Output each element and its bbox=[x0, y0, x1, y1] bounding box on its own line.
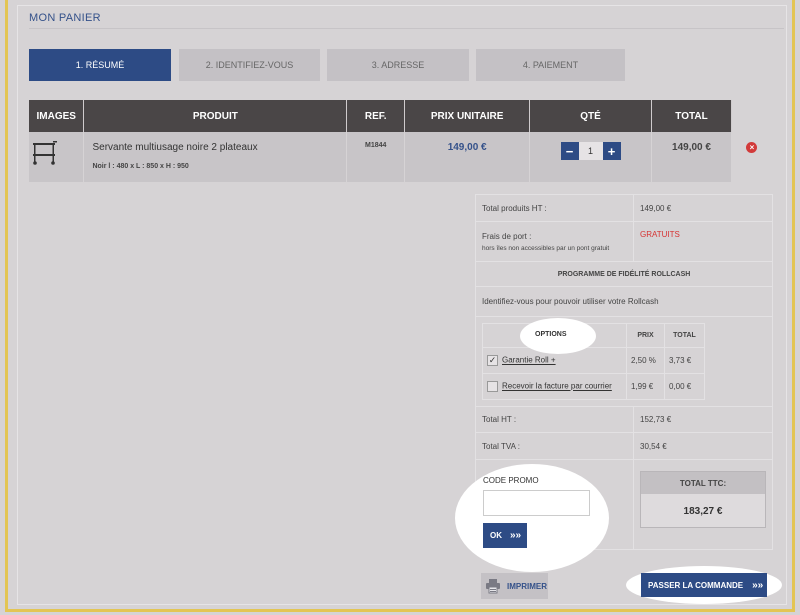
print-button[interactable]: IMPRIMER bbox=[481, 573, 548, 599]
summary-row: Identifiez-vous pour pouvoir utiliser vo… bbox=[475, 286, 773, 317]
shipping-note: hors îles non accessibles par un pont gr… bbox=[482, 244, 610, 252]
remove-item-icon[interactable]: × bbox=[746, 142, 758, 153]
shipping-cell: Frais de port : hors îles non accessible… bbox=[475, 221, 634, 262]
products-ht-label: Total produits HT : bbox=[475, 194, 634, 222]
total-tva-label: Total TVA : bbox=[475, 432, 634, 460]
line-total: 149,00 € bbox=[672, 142, 711, 153]
double-chevron-icon: »» bbox=[752, 579, 764, 591]
option-link-invoice[interactable]: Recevoir la facture par courrier bbox=[502, 382, 612, 391]
options-cell: OPTIONS PRIX TOTAL ✓ Garantie Roll + 2,50… bbox=[475, 316, 773, 407]
options-col-total: TOTAL bbox=[664, 323, 705, 348]
col-total: TOTAL bbox=[651, 100, 732, 132]
cart-table: IMAGES PRODUIT REF. PRIX UNITAIRE QTÉ TO… bbox=[29, 100, 774, 182]
promo-label: CODE PROMO bbox=[483, 476, 539, 485]
col-remove bbox=[731, 100, 773, 132]
unit-price-cell: 149,00 € bbox=[404, 132, 531, 182]
checkout-label: PASSER LA COMMANDE bbox=[648, 580, 744, 590]
shipping-cell-value: GRATUITS bbox=[633, 221, 773, 262]
product-ref: M1844 bbox=[365, 142, 387, 149]
step-identify[interactable]: 2. IDENTIFIEZ-VOUS bbox=[179, 49, 320, 81]
option-link-roll[interactable]: Garantie Roll + bbox=[502, 356, 556, 365]
decrease-qty-button[interactable]: − bbox=[560, 142, 579, 160]
product-dimensions: Noir l : 480 x L : 850 x H : 950 bbox=[92, 163, 189, 170]
option-label-cell: Recevoir la facture par courrier bbox=[482, 373, 627, 400]
remove-cell: × bbox=[731, 132, 774, 182]
loyalty-title: PROGRAMME DE FIDÉLITÉ ROLLCASH bbox=[475, 261, 773, 287]
qty-cell: − 1 + bbox=[529, 132, 653, 182]
title-divider bbox=[29, 28, 784, 29]
option-total: 3,73 € bbox=[664, 347, 705, 374]
cart-header-row: IMAGES PRODUIT REF. PRIX UNITAIRE QTÉ TO… bbox=[29, 100, 773, 132]
col-images: IMAGES bbox=[29, 100, 85, 132]
ok-label: OK bbox=[490, 531, 502, 540]
options-col-price: PRIX bbox=[626, 323, 665, 348]
col-ref: REF. bbox=[346, 100, 406, 132]
col-unit-price: PRIX UNITAIRE bbox=[404, 100, 531, 132]
total-ht-value: 152,73 € bbox=[633, 406, 773, 433]
product-name[interactable]: Servante multiusage noire 2 plateaux bbox=[84, 142, 346, 153]
col-qty: QTÉ bbox=[529, 100, 653, 132]
total-cell: 149,00 € bbox=[651, 132, 732, 182]
summary-row: Frais de port : hors îles non accessible… bbox=[475, 221, 773, 262]
ref-cell: M1844 bbox=[346, 132, 406, 182]
summary-row: OPTIONS PRIX TOTAL ✓ Garantie Roll + 2,50… bbox=[475, 316, 773, 407]
shipping-label: Frais de port : bbox=[482, 231, 532, 241]
summary-row: Total HT : 152,73 € bbox=[475, 406, 773, 433]
printer-icon bbox=[486, 579, 500, 594]
summary-row: Total TVA : 30,54 € bbox=[475, 432, 773, 460]
product-image-cell bbox=[29, 132, 85, 182]
promo-code-input[interactable] bbox=[483, 490, 590, 516]
col-product: PRODUIT bbox=[83, 100, 348, 132]
summary-row: Total produits HT : 149,00 € bbox=[475, 194, 773, 222]
total-ttc-value: 183,27 € bbox=[683, 505, 723, 517]
quantity-value[interactable]: 1 bbox=[578, 142, 603, 160]
total-ht-label: Total HT : bbox=[475, 406, 634, 433]
option-row: Recevoir la facture par courrier 1,99 € … bbox=[482, 373, 705, 400]
summary-row: PROGRAMME DE FIDÉLITÉ ROLLCASH bbox=[475, 261, 773, 287]
product-cell: Servante multiusage noire 2 plateaux Noi… bbox=[83, 132, 348, 182]
print-label: IMPRIMER bbox=[507, 581, 547, 591]
total-ttc-label: TOTAL TTC: bbox=[641, 472, 765, 494]
table-row: Servante multiusage noire 2 plateaux Noi… bbox=[29, 132, 774, 182]
quantity-stepper: − 1 + bbox=[530, 142, 651, 160]
step-address[interactable]: 3. ADRESSE bbox=[327, 49, 469, 81]
shipping-value: GRATUITS bbox=[640, 230, 680, 239]
trolley-image[interactable] bbox=[29, 140, 59, 166]
unit-price: 149,00 € bbox=[447, 142, 487, 153]
option-price: 2,50 % bbox=[626, 347, 665, 374]
double-chevron-icon: »» bbox=[510, 530, 522, 541]
option-row: ✓ Garantie Roll + 2,50 % 3,73 € bbox=[482, 347, 705, 374]
option-checkbox-invoice[interactable] bbox=[487, 381, 498, 392]
option-price: 1,99 € bbox=[626, 373, 665, 400]
options-header-overlay: OPTIONS bbox=[535, 331, 567, 338]
total-ttc-box: TOTAL TTC: 183,27 € bbox=[640, 471, 766, 528]
loyalty-text: Identifiez-vous pour pouvoir utiliser vo… bbox=[475, 286, 773, 317]
products-ht-value: 149,00 € bbox=[633, 194, 773, 222]
step-payment[interactable]: 4. PAIEMENT bbox=[476, 49, 625, 81]
promo-ok-button[interactable]: OK »» bbox=[483, 523, 527, 548]
step-resume[interactable]: 1. RÉSUMÉ bbox=[29, 49, 171, 81]
increase-qty-button[interactable]: + bbox=[602, 142, 621, 160]
option-total: 0,00 € bbox=[664, 373, 705, 400]
total-tva-value: 30,54 € bbox=[633, 432, 773, 460]
checkout-button[interactable]: PASSER LA COMMANDE »» bbox=[641, 573, 767, 597]
page-title: MON PANIER bbox=[29, 12, 101, 24]
option-checkbox-roll[interactable]: ✓ bbox=[487, 355, 498, 366]
